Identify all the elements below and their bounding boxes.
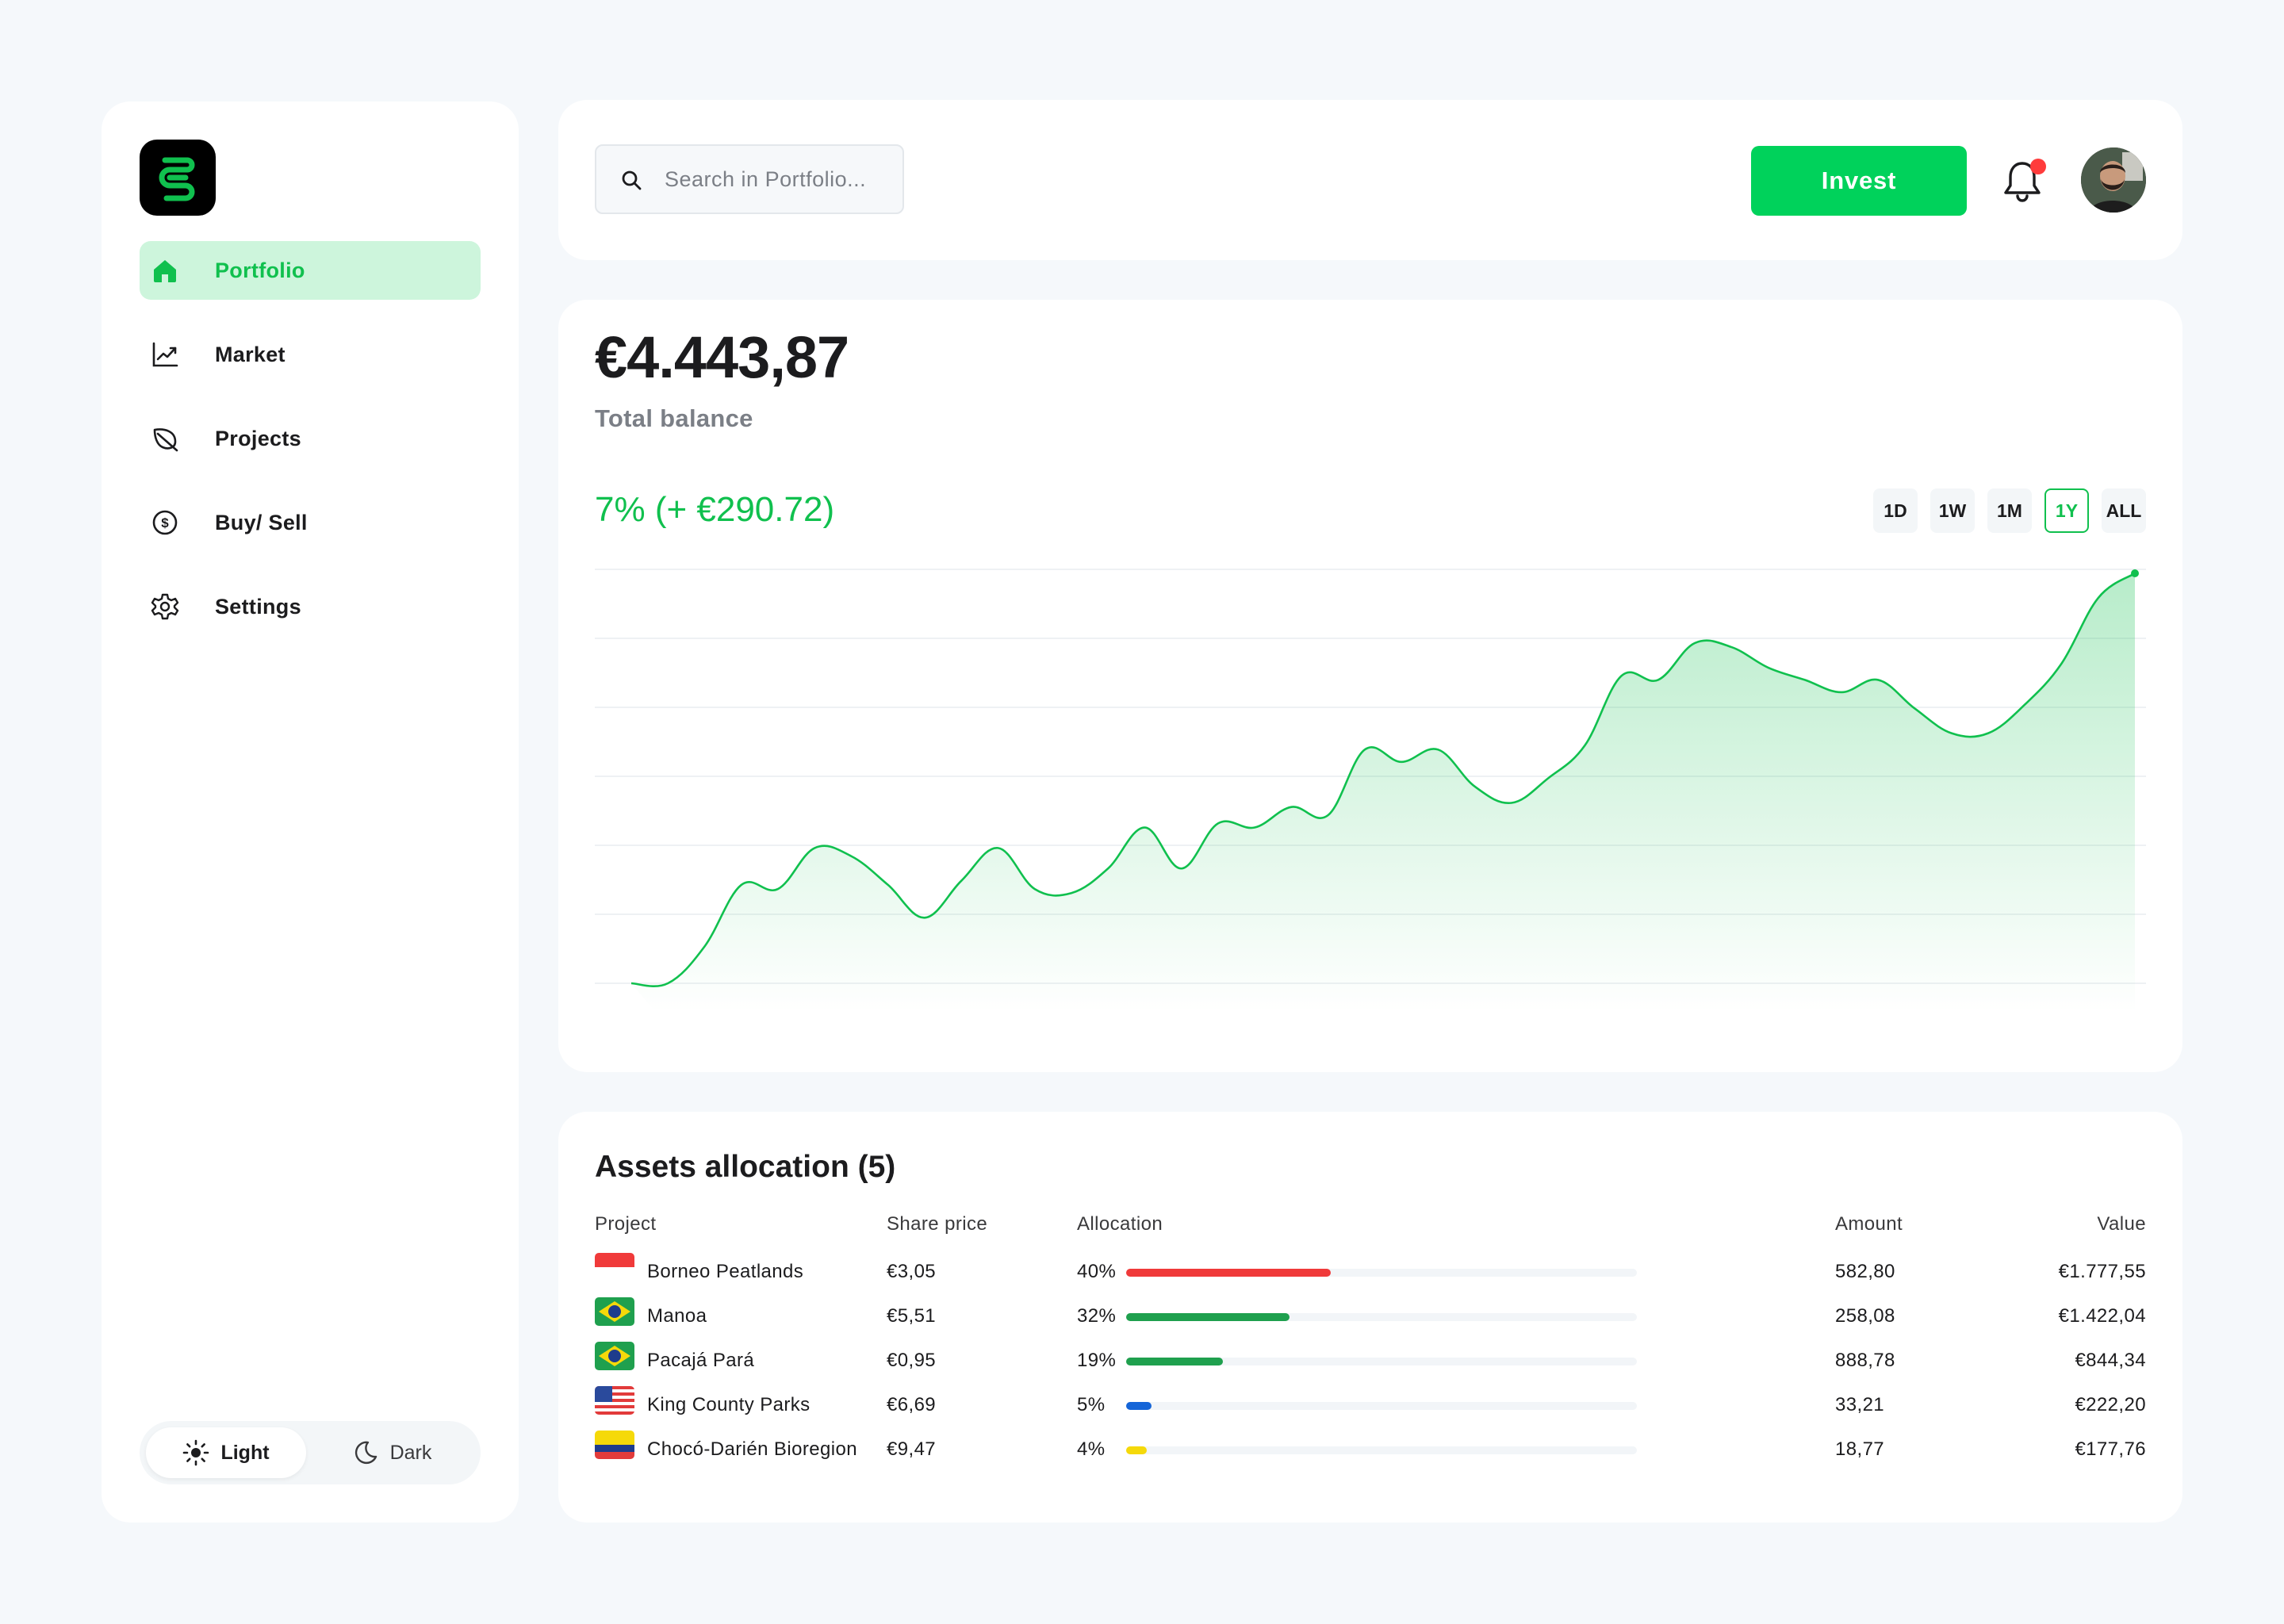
colombia-flag-icon <box>595 1431 634 1459</box>
value: €1.777,55 <box>2058 1261 2146 1282</box>
total-balance-amount: €4.443,87 <box>595 324 849 390</box>
balance-change: 7% (+ €290.72) <box>595 490 835 529</box>
brazil-flag-icon <box>595 1297 634 1326</box>
range-tab-1w[interactable]: 1W <box>1930 488 1975 533</box>
search-input[interactable] <box>665 146 895 213</box>
column-header-share-price: Share price <box>887 1213 988 1235</box>
amount: 582,80 <box>1835 1261 1895 1282</box>
allocation-bar-fill <box>1126 1313 1290 1321</box>
chart-point <box>2131 569 2139 577</box>
search-box <box>595 144 904 214</box>
sidebar-item-label: Market <box>215 342 286 366</box>
assets-card: Assets allocation (5) Project Share pric… <box>558 1112 2182 1522</box>
theme-toggle: Light Dark <box>140 1421 481 1484</box>
notifications-button[interactable] <box>2002 159 2048 206</box>
share-price: €6,69 <box>887 1394 937 1415</box>
allocation-bar <box>1126 1446 1637 1454</box>
table-row[interactable]: King County Parks €6,69 5% 33,21 €222,20 <box>558 1383 2182 1427</box>
sidebar-item-label: Settings <box>215 594 301 619</box>
sidebar-item-projects[interactable]: Projects <box>140 409 481 468</box>
column-header-amount: Amount <box>1835 1213 1903 1235</box>
theme-light-option[interactable]: Light <box>146 1427 306 1478</box>
table-row[interactable]: Manoa €5,51 32% 258,08 €1.422,04 <box>558 1294 2182 1339</box>
allocation-bar-fill <box>1126 1358 1224 1365</box>
project-name: Manoa <box>647 1305 707 1327</box>
notification-badge <box>2030 159 2046 174</box>
user-photo-icon <box>2081 147 2146 213</box>
indonesia-flag-icon <box>595 1253 634 1281</box>
theme-dark-label: Dark <box>389 1441 432 1464</box>
project-name: Borneo Peatlands <box>647 1261 804 1282</box>
amount: 888,78 <box>1835 1350 1895 1371</box>
allocation-bar-fill <box>1126 1269 1331 1277</box>
line-chart-icon <box>152 342 178 367</box>
column-header-value: Value <box>2097 1213 2146 1235</box>
sidebar-item-label: Portfolio <box>215 258 305 282</box>
range-tab-1m[interactable]: 1M <box>1987 488 2032 533</box>
project-name: Chocó-Darién Bioregion <box>647 1438 857 1460</box>
allocation-percent: 32% <box>1077 1305 1117 1327</box>
allocation-bar <box>1126 1402 1637 1410</box>
total-balance-label: Total balance <box>595 404 753 432</box>
allocation-bar-fill <box>1126 1402 1152 1410</box>
sun-icon <box>183 1439 209 1466</box>
allocation-percent: 4% <box>1077 1438 1106 1460</box>
amount: 258,08 <box>1835 1305 1895 1327</box>
value: €1.422,04 <box>2058 1305 2146 1327</box>
table-row[interactable]: Borneo Peatlands €3,05 40% 582,80 €1.777… <box>558 1250 2182 1294</box>
svg-text:$: $ <box>161 515 169 530</box>
time-range-tabs: 1D 1W 1M 1Y ALL <box>1873 488 2146 533</box>
balance-chart <box>595 569 2146 1012</box>
sidebar-item-market[interactable]: Market <box>140 325 481 384</box>
sidebar: Portfolio Market Projects $ Buy/ Sell Se… <box>102 102 519 1522</box>
value: €177,76 <box>2075 1438 2146 1460</box>
allocation-percent: 40% <box>1077 1261 1117 1282</box>
sidebar-item-portfolio[interactable]: Portfolio <box>140 241 481 300</box>
sidebar-item-label: Projects <box>215 426 301 450</box>
leaf-icon <box>153 428 178 452</box>
theme-dark-option[interactable]: Dark <box>309 1427 474 1478</box>
amount: 33,21 <box>1835 1394 1885 1415</box>
allocation-bar <box>1126 1358 1637 1365</box>
brand-logo-icon[interactable] <box>140 140 216 216</box>
range-tab-1d[interactable]: 1D <box>1873 488 1918 533</box>
share-price: €9,47 <box>887 1438 937 1460</box>
allocation-bar-fill <box>1126 1446 1147 1454</box>
project-name: King County Parks <box>647 1394 811 1415</box>
value: €844,34 <box>2075 1350 2146 1371</box>
sidebar-item-buy-sell[interactable]: $ Buy/ Sell <box>140 493 481 552</box>
allocation-bar <box>1126 1269 1637 1277</box>
top-bar: Invest <box>558 100 2182 260</box>
gear-icon <box>151 593 179 620</box>
allocation-bar <box>1126 1313 1637 1321</box>
project-name: Pacajá Pará <box>647 1350 755 1371</box>
column-header-allocation: Allocation <box>1077 1213 1163 1235</box>
share-price: €5,51 <box>887 1305 937 1327</box>
share-price: €0,95 <box>887 1350 937 1371</box>
allocation-percent: 19% <box>1077 1350 1117 1371</box>
amount: 18,77 <box>1835 1438 1885 1460</box>
table-row[interactable]: Chocó-Darién Bioregion €9,47 4% 18,77 €1… <box>558 1427 2182 1472</box>
allocation-percent: 5% <box>1077 1394 1106 1415</box>
avatar[interactable] <box>2081 147 2146 213</box>
theme-light-label: Light <box>220 1441 270 1464</box>
value: €222,20 <box>2075 1394 2146 1415</box>
share-price: €3,05 <box>887 1261 937 1282</box>
home-icon <box>154 260 176 282</box>
dollar-circle-icon: $ <box>152 510 178 535</box>
assets-title: Assets allocation (5) <box>595 1150 896 1184</box>
range-tab-all[interactable]: ALL <box>2102 488 2146 533</box>
table-row[interactable]: Pacajá Pará €0,95 19% 888,78 €844,34 <box>558 1339 2182 1383</box>
usa-flag-icon <box>595 1386 634 1415</box>
balance-card: €4.443,87 Total balance 7% (+ €290.72) 1… <box>558 300 2182 1072</box>
invest-button[interactable]: Invest <box>1751 146 1967 216</box>
sidebar-item-label: Buy/ Sell <box>215 510 308 534</box>
moon-icon <box>354 1441 377 1465</box>
sidebar-item-settings[interactable]: Settings <box>140 577 481 636</box>
brazil-flag-icon <box>595 1342 634 1370</box>
range-tab-1y[interactable]: 1Y <box>2044 488 2089 533</box>
column-header-project: Project <box>595 1213 657 1235</box>
search-icon <box>622 170 642 190</box>
